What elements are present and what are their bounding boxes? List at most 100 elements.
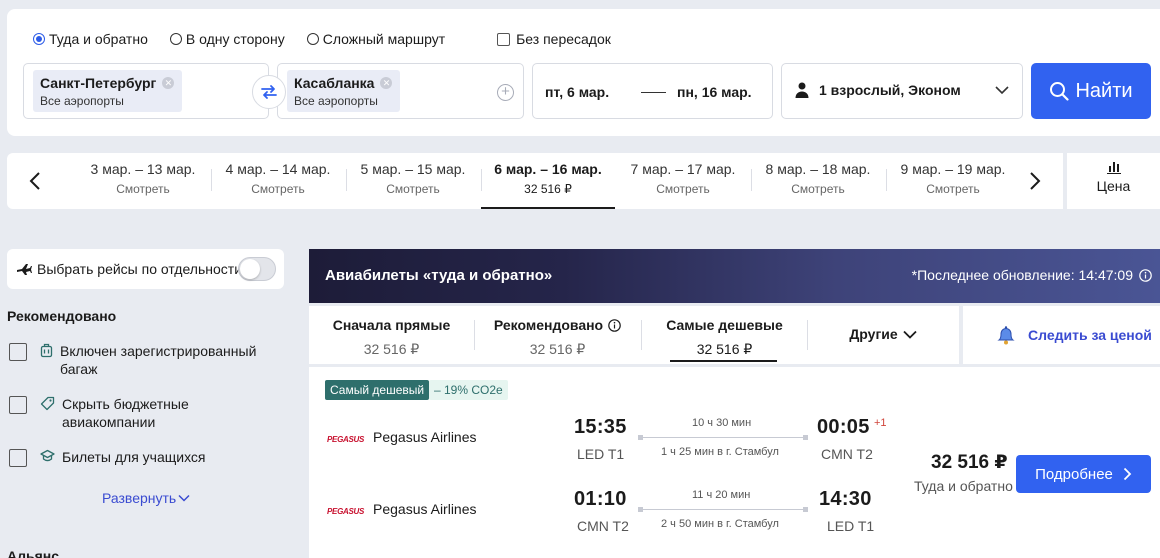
flight-duration: 11 ч 20 мин bbox=[692, 489, 751, 501]
airline-logo: PEGASUS bbox=[327, 435, 365, 444]
separate-flights-toggle[interactable] bbox=[238, 257, 276, 281]
sort-tab-price: 32 516 ₽ bbox=[529, 341, 586, 357]
return-leg: PEGASUS Pegasus Airlines 01:10 CMN T2 11… bbox=[309, 485, 909, 535]
origin-chip: Санкт-Петербург ✕ Все аэропорты bbox=[33, 70, 183, 112]
find-button[interactable]: Найти bbox=[1031, 63, 1151, 119]
date-price: Смотреть bbox=[116, 182, 170, 196]
route-line bbox=[638, 435, 808, 440]
sort-other-label: Другие bbox=[849, 326, 898, 342]
radio-multicity[interactable] bbox=[306, 33, 319, 45]
sort-other-dropdown[interactable]: Другие bbox=[808, 306, 958, 364]
results-title: Авиабилеты «туда и обратно» bbox=[325, 267, 553, 284]
chevron-left-icon bbox=[29, 172, 40, 190]
passengers-field[interactable]: 1 взрослый, Эконом bbox=[781, 63, 1023, 119]
filter-checkbox[interactable] bbox=[9, 396, 27, 414]
arrival-airport: CMN T2 bbox=[821, 446, 873, 462]
outbound-leg: PEGASUS Pegasus Airlines 15:35 LED T1 10… bbox=[309, 413, 909, 463]
dates-field[interactable]: пт, 6 мар. пн, 16 мар. bbox=[532, 63, 773, 119]
airline-name: Pegasus Airlines bbox=[373, 501, 477, 517]
sort-tab-cheapest[interactable]: Самые дешевые 32 516 ₽ bbox=[642, 306, 807, 364]
date-option-selected[interactable]: 6 мар. – 16 мар. 32 516 ₽ bbox=[481, 153, 615, 209]
arrival-time: 14:30 bbox=[819, 488, 872, 510]
stopover-info: 2 ч 50 мин в г. Стамбул bbox=[661, 518, 779, 530]
nonstop-checkbox-box[interactable] bbox=[497, 32, 511, 46]
sort-tab-label: Рекомендовано bbox=[493, 317, 604, 333]
tag-icon bbox=[40, 396, 55, 411]
date-price: Смотреть bbox=[791, 182, 845, 196]
next-dates-button[interactable] bbox=[1015, 153, 1055, 209]
date-option[interactable]: 8 мар. – 18 мар. Смотреть bbox=[751, 153, 885, 209]
add-destination-icon[interactable]: + bbox=[497, 84, 514, 101]
date-price: Смотреть bbox=[656, 182, 710, 196]
sort-tab-direct-first[interactable]: Сначала прямые 32 516 ₽ bbox=[309, 306, 474, 364]
chevron-down-icon bbox=[903, 330, 917, 339]
origin-field[interactable]: Санкт-Петербург ✕ Все аэропорты bbox=[23, 63, 269, 119]
expand-filters-link[interactable]: Развернуть bbox=[102, 490, 190, 506]
filter-label: Билеты для учащихся bbox=[62, 449, 206, 465]
offer-price: 32 516 ₽ bbox=[931, 452, 1008, 473]
sort-tab-label: Сначала прямые bbox=[332, 317, 451, 333]
date-option[interactable]: 4 мар. – 14 мар. Смотреть bbox=[211, 153, 345, 209]
departure-time: 15:35 bbox=[574, 416, 627, 438]
nonstop-checkbox[interactable]: Без пересадок bbox=[497, 31, 611, 47]
filter-hide-budget[interactable]: Скрыть бюджетные авиакомпании bbox=[9, 395, 279, 431]
departure-date[interactable]: пт, 6 мар. bbox=[545, 84, 609, 100]
date-option[interactable]: 3 мар. – 13 мар. Смотреть bbox=[76, 153, 210, 209]
follow-price-label: Следить за ценой bbox=[1028, 327, 1152, 343]
destination-field[interactable]: Касабланка ✕ Все аэропорты + bbox=[277, 63, 524, 119]
airline-name: Pegasus Airlines bbox=[373, 429, 477, 445]
bell-icon bbox=[997, 326, 1015, 345]
filter-checkbox[interactable] bbox=[9, 449, 27, 467]
info-icon bbox=[608, 318, 621, 332]
info-icon bbox=[1139, 268, 1152, 282]
prev-dates-button[interactable] bbox=[15, 153, 55, 209]
last-update: *Последнее обновление: 14:47:09 bbox=[912, 267, 1152, 283]
separate-flights-toggle-row[interactable]: Выбрать рейсы по отдельности bbox=[7, 249, 284, 289]
arrival-airport: LED T1 bbox=[827, 518, 875, 534]
arrival-time: 00:05 bbox=[817, 416, 870, 438]
baggage-icon bbox=[40, 343, 53, 358]
chevron-down-icon bbox=[178, 494, 190, 502]
date-option[interactable]: 5 мар. – 15 мар. Смотреть bbox=[346, 153, 480, 209]
date-range: 7 мар. – 17 мар. bbox=[630, 161, 736, 177]
cheapest-badge: Самый дешевый bbox=[325, 380, 430, 400]
offer-card[interactable]: Самый дешевый – 19% CO2e PEGASUS Pegasus… bbox=[309, 367, 1160, 558]
trip-type-label: В одну сторону bbox=[185, 31, 285, 47]
sort-tab-price: 32 516 ₽ bbox=[696, 341, 753, 357]
follow-price-button[interactable]: Следить за ценой bbox=[963, 306, 1160, 364]
trip-type-roundtrip[interactable]: Туда и обратно bbox=[33, 31, 148, 47]
date-option[interactable]: 9 мар. – 19 мар. Смотреть bbox=[886, 153, 1020, 209]
date-option[interactable]: 7 мар. – 17 мар. Смотреть bbox=[616, 153, 750, 209]
details-button[interactable]: Подробнее bbox=[1016, 455, 1151, 493]
sort-tabs: Сначала прямые 32 516 ₽ Рекомендовано 32… bbox=[309, 306, 959, 364]
filter-checked-baggage[interactable]: Включен зарегистрированный багаж bbox=[9, 342, 279, 378]
destination-chip: Касабланка ✕ Все аэропорты bbox=[287, 70, 401, 112]
trip-type-oneway[interactable]: В одну сторону bbox=[169, 31, 285, 47]
route-line bbox=[638, 507, 808, 512]
find-label: Найти bbox=[1075, 79, 1133, 102]
radio-roundtrip[interactable] bbox=[33, 33, 45, 45]
trip-type-label: Сложный маршрут bbox=[322, 31, 446, 47]
next-day-marker: +1 bbox=[874, 417, 887, 429]
person-icon bbox=[795, 82, 809, 98]
radio-oneway[interactable] bbox=[169, 33, 182, 45]
clear-destination-icon[interactable]: ✕ bbox=[380, 77, 393, 89]
price-chart-button[interactable]: Цена bbox=[1067, 153, 1160, 209]
filter-label: Скрыть бюджетные авиакомпании bbox=[62, 396, 189, 430]
clear-origin-icon[interactable]: ✕ bbox=[162, 77, 175, 89]
date-price: Смотреть bbox=[386, 182, 440, 196]
date-range: 3 мар. – 13 мар. bbox=[90, 161, 196, 177]
filter-checkbox[interactable] bbox=[9, 343, 27, 361]
date-range: 4 мар. – 14 мар. bbox=[225, 161, 331, 177]
alliance-filter-title: Альянс bbox=[7, 548, 60, 558]
filter-label: Включен зарегистрированный багаж bbox=[60, 343, 257, 377]
sort-tab-recommended[interactable]: Рекомендовано 32 516 ₽ bbox=[475, 306, 640, 364]
trip-type-multicity[interactable]: Сложный маршрут bbox=[306, 31, 446, 47]
swap-cities-button[interactable] bbox=[252, 75, 286, 109]
departure-airport: LED T1 bbox=[577, 446, 625, 462]
sort-tab-label: Самые дешевые bbox=[666, 317, 783, 333]
chevron-right-icon bbox=[1123, 467, 1132, 481]
filter-student-tickets[interactable]: Билеты для учащихся bbox=[9, 448, 279, 467]
return-date[interactable]: пн, 16 мар. bbox=[677, 84, 752, 100]
destination-airports: Все аэропорты bbox=[294, 94, 378, 108]
